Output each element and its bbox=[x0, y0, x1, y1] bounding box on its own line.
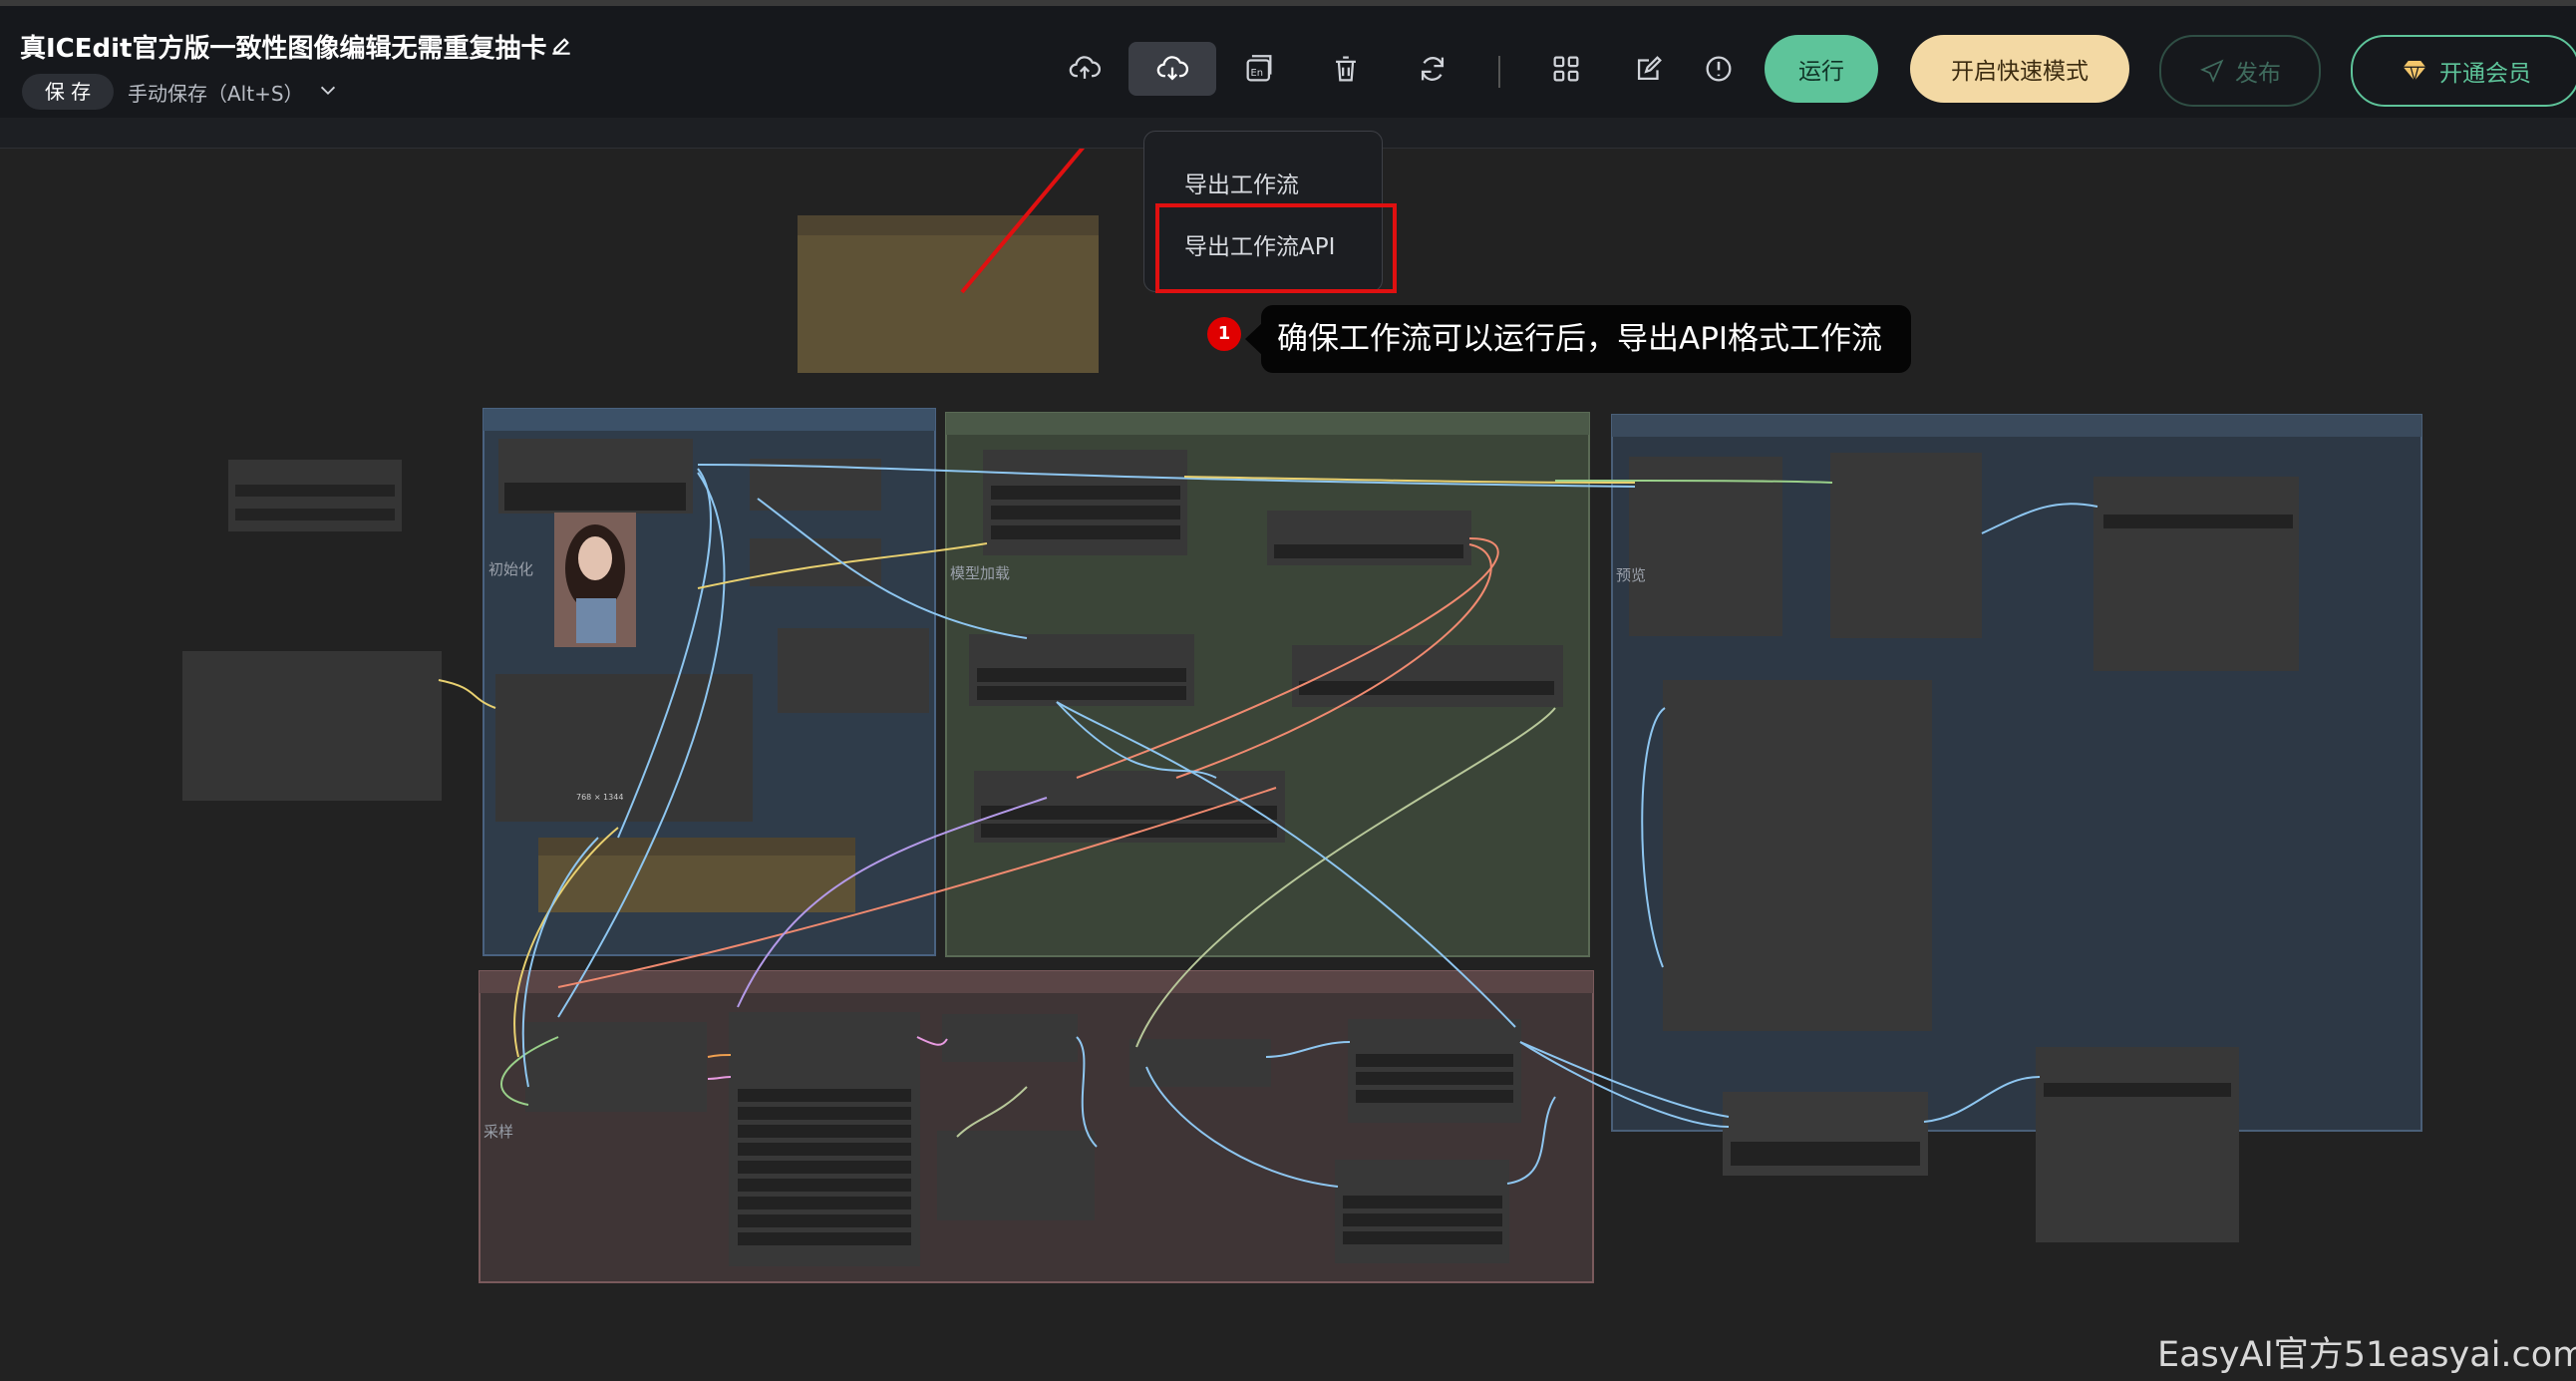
ksampler-fields[interactable] bbox=[738, 1089, 911, 1245]
highlight-box bbox=[1155, 203, 1397, 293]
instruction-tooltip: 确保工作流可以运行后，导出API格式工作流 bbox=[1261, 305, 1911, 373]
node-sampling-d-fields[interactable] bbox=[1356, 1054, 1513, 1103]
node-save-image[interactable] bbox=[2036, 1047, 2239, 1242]
node-left-large[interactable] bbox=[182, 651, 442, 801]
watermark: EasyAI官方51easyai.com bbox=[2157, 1335, 2576, 1375]
node-sampling-b[interactable] bbox=[942, 1014, 1078, 1062]
node-preview-b[interactable] bbox=[1830, 453, 1982, 638]
group-label-init: 初始化 bbox=[488, 560, 534, 578]
field[interactable] bbox=[1274, 544, 1463, 558]
refresh-button[interactable] bbox=[1389, 42, 1476, 96]
node-preview-c[interactable] bbox=[2093, 477, 2299, 671]
diamond-icon bbox=[2403, 61, 2426, 84]
node-sampling-a[interactable] bbox=[525, 1022, 707, 1112]
edit-note-icon bbox=[1637, 56, 1662, 81]
node-model-loader[interactable] bbox=[983, 450, 1187, 555]
upload-button[interactable] bbox=[1041, 42, 1128, 96]
workflow-title: 真ICEdit官方版一致性图像编辑无需重复抽卡 bbox=[20, 34, 547, 64]
field[interactable] bbox=[1299, 681, 1554, 695]
input-photo-clothing bbox=[576, 598, 616, 643]
step-badge: 1 bbox=[1207, 317, 1241, 351]
membership-label: 开通会员 bbox=[2439, 61, 2531, 87]
group-model-header[interactable] bbox=[946, 413, 1589, 435]
image-size-caption: 768 × 1344 bbox=[576, 793, 624, 802]
field[interactable] bbox=[981, 806, 1277, 820]
delete-button[interactable] bbox=[1302, 42, 1390, 96]
group-label-sampling: 采样 bbox=[483, 1123, 514, 1141]
run-button[interactable]: 运行 bbox=[1765, 35, 1878, 103]
group-preview-header[interactable] bbox=[1612, 415, 2421, 437]
info-button[interactable] bbox=[1675, 42, 1763, 96]
node-ksampler[interactable] bbox=[729, 1012, 920, 1266]
field[interactable] bbox=[977, 686, 1186, 700]
grid-button[interactable] bbox=[1522, 42, 1610, 96]
save-mode-label[interactable]: 手动保存（Alt+S） bbox=[128, 78, 304, 107]
node-sampling-d[interactable] bbox=[1348, 1019, 1521, 1123]
input-photo-face bbox=[578, 536, 612, 580]
upload-icon bbox=[1069, 56, 1102, 79]
group-init-header[interactable] bbox=[483, 409, 935, 431]
trash-icon bbox=[1336, 56, 1356, 82]
export-button[interactable] bbox=[1128, 42, 1216, 96]
node-init-d[interactable] bbox=[495, 674, 753, 822]
node-sampling-e[interactable] bbox=[1335, 1160, 1509, 1263]
send-icon bbox=[2200, 59, 2224, 83]
field[interactable] bbox=[991, 525, 1180, 539]
node-vae-decode[interactable] bbox=[1129, 1039, 1271, 1087]
chevron-down-icon[interactable] bbox=[317, 80, 339, 102]
note-node-top[interactable] bbox=[798, 215, 1099, 373]
node-preview-a[interactable] bbox=[1629, 457, 1782, 636]
toolbar-divider bbox=[1498, 56, 1500, 88]
svg-text:En: En bbox=[1251, 68, 1264, 79]
publish-button[interactable]: 发布 bbox=[2159, 35, 2321, 107]
node-left-small-field[interactable] bbox=[235, 485, 395, 497]
node-init-c[interactable] bbox=[778, 628, 929, 713]
note-node-init-header[interactable] bbox=[538, 838, 855, 856]
node-preview-image[interactable] bbox=[1663, 680, 1932, 1031]
group-label-preview: 预览 bbox=[1616, 566, 1647, 584]
field[interactable] bbox=[991, 486, 1180, 500]
node-load-image-field[interactable] bbox=[504, 483, 686, 511]
field[interactable] bbox=[1731, 1142, 1920, 1166]
node-left-small-field[interactable] bbox=[235, 509, 395, 520]
save-button[interactable]: 保 存 bbox=[22, 74, 114, 110]
node-init-b[interactable] bbox=[750, 538, 881, 586]
publish-label: 发布 bbox=[2235, 61, 2281, 87]
membership-button[interactable]: 开通会员 bbox=[2351, 35, 2576, 107]
grid-icon bbox=[1553, 56, 1579, 82]
download-icon bbox=[1156, 56, 1189, 81]
refresh-icon bbox=[1421, 57, 1445, 81]
language-button[interactable]: En bbox=[1215, 42, 1303, 96]
field[interactable] bbox=[991, 506, 1180, 519]
field[interactable] bbox=[2044, 1083, 2231, 1097]
group-sampling-header[interactable] bbox=[480, 971, 1593, 993]
info-icon bbox=[1706, 56, 1732, 82]
top-toolbar: 真ICEdit官方版一致性图像编辑无需重复抽卡 保 存 手动保存（Alt+S） … bbox=[0, 6, 2576, 119]
node-model-d[interactable] bbox=[1292, 645, 1563, 707]
note-node-top-header[interactable] bbox=[798, 215, 1099, 235]
node-sampling-e-fields[interactable] bbox=[1343, 1196, 1502, 1244]
fast-mode-button[interactable]: 开启快速模式 bbox=[1910, 35, 2129, 103]
group-label-model: 模型加载 bbox=[950, 564, 1011, 582]
language-en-icon: En bbox=[1246, 55, 1272, 82]
field[interactable] bbox=[977, 668, 1186, 682]
node-sampling-c[interactable] bbox=[937, 1131, 1095, 1220]
field[interactable] bbox=[2103, 515, 2293, 528]
menu-item-export-workflow[interactable]: 导出工作流 bbox=[1184, 166, 1299, 199]
pencil-edit-icon[interactable] bbox=[548, 32, 574, 58]
